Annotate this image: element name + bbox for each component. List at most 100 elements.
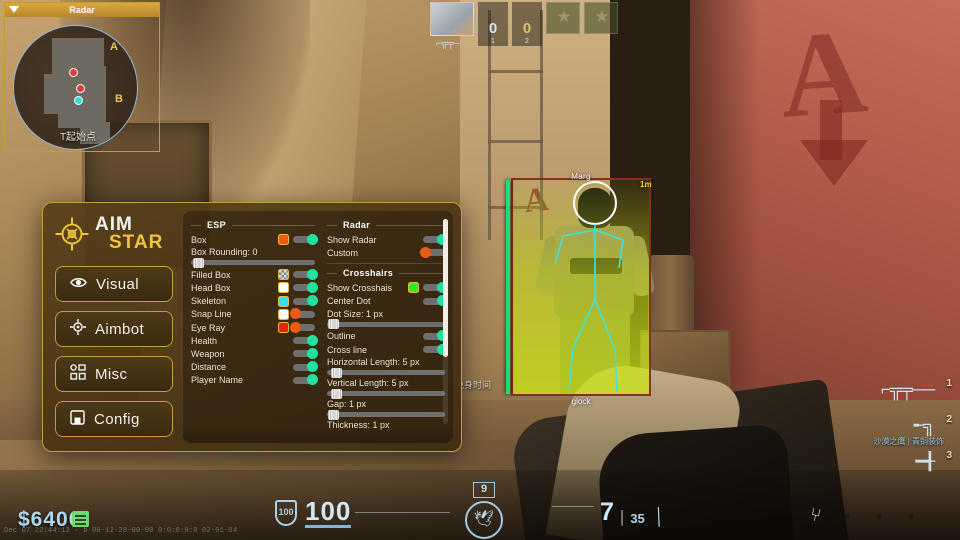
esp-player-name: Marg bbox=[571, 172, 591, 181]
gap-slider[interactable] bbox=[327, 409, 445, 420]
minimap-weapon-icon: ⌐╦╤─ bbox=[436, 38, 461, 48]
vertical-length-label: Vertical Length: 5 px bbox=[327, 378, 409, 389]
toggle-switch[interactable] bbox=[293, 281, 318, 293]
ct-alive-count: 1 bbox=[491, 38, 495, 45]
thickness-label: Thickness: 1 px bbox=[327, 420, 390, 431]
buy-menu-icon bbox=[72, 511, 89, 527]
esp-weapon-name: glock bbox=[571, 397, 591, 406]
radar-section-title: Radar bbox=[343, 220, 371, 230]
color-swatch[interactable] bbox=[408, 282, 419, 294]
color-swatch[interactable] bbox=[278, 282, 289, 294]
toggle-switch[interactable] bbox=[290, 321, 315, 333]
settings-scrollbar[interactable] bbox=[443, 219, 448, 424]
ammo-separator: | bbox=[619, 507, 625, 526]
cheat-menu[interactable]: AIM STAR Visual Aimbot Misc Config ESP B… bbox=[42, 202, 462, 452]
setting-label: Center Dot bbox=[327, 296, 371, 307]
setting-label: Distance bbox=[191, 362, 227, 373]
color-swatch[interactable] bbox=[278, 322, 289, 334]
radar-crosshair-column: Radar Show Radar Custom Crosshairs Show … bbox=[321, 217, 451, 443]
inventory-slot-number: 3 bbox=[946, 450, 952, 461]
setting-row-filled-box[interactable]: Filled Box bbox=[191, 268, 318, 281]
setting-label: Outline bbox=[327, 331, 356, 342]
setting-row-cross-line[interactable]: Cross line bbox=[327, 343, 448, 356]
toggle-switch[interactable] bbox=[423, 295, 448, 307]
setting-label: Player Name bbox=[191, 375, 244, 386]
color-swatch[interactable] bbox=[278, 269, 289, 281]
setting-row-head-box[interactable]: Head Box bbox=[191, 281, 318, 294]
radar-window-titlebar[interactable]: Radar bbox=[5, 3, 159, 17]
toggle-switch[interactable] bbox=[293, 347, 318, 359]
esp-distance: 1m bbox=[640, 180, 652, 189]
setting-row-show-radar[interactable]: Show Radar bbox=[327, 233, 448, 246]
horizontal-length-label: Horizontal Length: 5 px bbox=[327, 357, 420, 368]
setting-row-weapon[interactable]: Weapon bbox=[191, 347, 318, 360]
sidebar-item-label: Aimbot bbox=[95, 320, 145, 338]
toggle-switch[interactable] bbox=[293, 361, 318, 373]
toggle-switch[interactable] bbox=[293, 374, 318, 386]
sidebar-item-visual[interactable]: Visual bbox=[55, 266, 173, 302]
inventory-slot: ━╉ 3 bbox=[858, 444, 954, 480]
collapse-icon[interactable] bbox=[9, 6, 19, 13]
setting-row-snap-line[interactable]: Snap Line bbox=[191, 308, 315, 321]
toggle-switch[interactable] bbox=[293, 295, 318, 307]
radar-site-b-label: B bbox=[115, 93, 123, 105]
round-number: 9 bbox=[480, 483, 488, 495]
horizontal-length-slider[interactable] bbox=[327, 367, 445, 378]
color-swatch[interactable] bbox=[278, 308, 289, 320]
graffiti-arrow-head bbox=[800, 140, 868, 186]
radar-window-title: Radar bbox=[69, 5, 95, 15]
toggle-switch[interactable] bbox=[423, 343, 448, 355]
toggle-switch[interactable] bbox=[423, 330, 448, 342]
menu-settings-panel[interactable]: ESP Box Box Rounding: 0 Filled Box Head … bbox=[183, 211, 453, 443]
box-rounding-slider[interactable] bbox=[191, 257, 315, 268]
color-swatch[interactable] bbox=[278, 295, 289, 307]
sidebar-item-misc[interactable]: Misc bbox=[55, 356, 173, 392]
inventory-slot-number: 2 bbox=[946, 414, 952, 425]
sidebar-item-aimbot[interactable]: Aimbot bbox=[55, 311, 173, 347]
dot-size-slider[interactable] bbox=[327, 319, 445, 330]
armor-icon: 100 bbox=[275, 500, 297, 526]
setting-row-health[interactable]: Health bbox=[191, 334, 318, 347]
crosshair-logo-icon bbox=[55, 217, 89, 251]
ammo-divider-line bbox=[552, 506, 594, 507]
setting-row-custom[interactable]: Custom bbox=[327, 246, 445, 259]
sidebar-item-config[interactable]: Config bbox=[55, 401, 173, 437]
setting-label: Filled Box bbox=[191, 269, 231, 280]
minimap bbox=[430, 2, 474, 36]
health-value: 100 bbox=[305, 496, 352, 528]
setting-row-distance[interactable]: Distance bbox=[191, 361, 318, 374]
setting-row-center-dot[interactable]: Center Dot bbox=[327, 295, 448, 308]
setting-label: Box bbox=[191, 234, 207, 245]
setting-row-skeleton[interactable]: Skeleton bbox=[191, 295, 318, 308]
setting-label: Weapon bbox=[191, 348, 225, 359]
setting-row-box[interactable]: Box bbox=[191, 233, 318, 246]
toggle-switch[interactable] bbox=[420, 246, 445, 258]
toggle-switch[interactable] bbox=[423, 233, 448, 245]
toggle-switch[interactable] bbox=[293, 233, 318, 245]
esp-section-header: ESP bbox=[191, 220, 315, 230]
setting-row-eye-ray[interactable]: Eye Ray bbox=[191, 321, 315, 334]
brand-line-2: STAR bbox=[109, 232, 164, 253]
toggle-switch[interactable] bbox=[293, 334, 318, 346]
vertical-length-slider[interactable] bbox=[327, 388, 445, 399]
round-badge: 9 bbox=[473, 482, 495, 498]
radar-site-a-label: A bbox=[110, 41, 118, 53]
setting-row-show-crosshairs[interactable]: Show Crosshais bbox=[327, 281, 448, 294]
scrollbar-thumb[interactable] bbox=[443, 219, 448, 357]
toggle-switch[interactable] bbox=[423, 281, 448, 293]
radar-section-header: Radar bbox=[327, 220, 445, 230]
barrel bbox=[648, 255, 694, 341]
setting-row-outline[interactable]: Outline bbox=[327, 330, 448, 343]
setting-row-player-name[interactable]: Player Name bbox=[191, 374, 318, 387]
setting-label: Show Crosshais bbox=[327, 282, 393, 293]
esp-column: ESP Box Box Rounding: 0 Filled Box Head … bbox=[191, 217, 321, 443]
setting-label: Cross line bbox=[327, 344, 368, 355]
save-icon bbox=[70, 409, 85, 429]
box-rounding-label: Box Rounding: 0 bbox=[191, 247, 258, 258]
color-swatch[interactable] bbox=[278, 234, 289, 246]
toggle-switch[interactable] bbox=[293, 268, 318, 280]
toggle-switch[interactable] bbox=[290, 308, 315, 320]
crosshairs-section-header: Crosshairs bbox=[327, 268, 445, 278]
ammo-hud: 7 | 35 ╲ bbox=[600, 500, 666, 528]
sidebar-item-label: Misc bbox=[95, 365, 128, 383]
